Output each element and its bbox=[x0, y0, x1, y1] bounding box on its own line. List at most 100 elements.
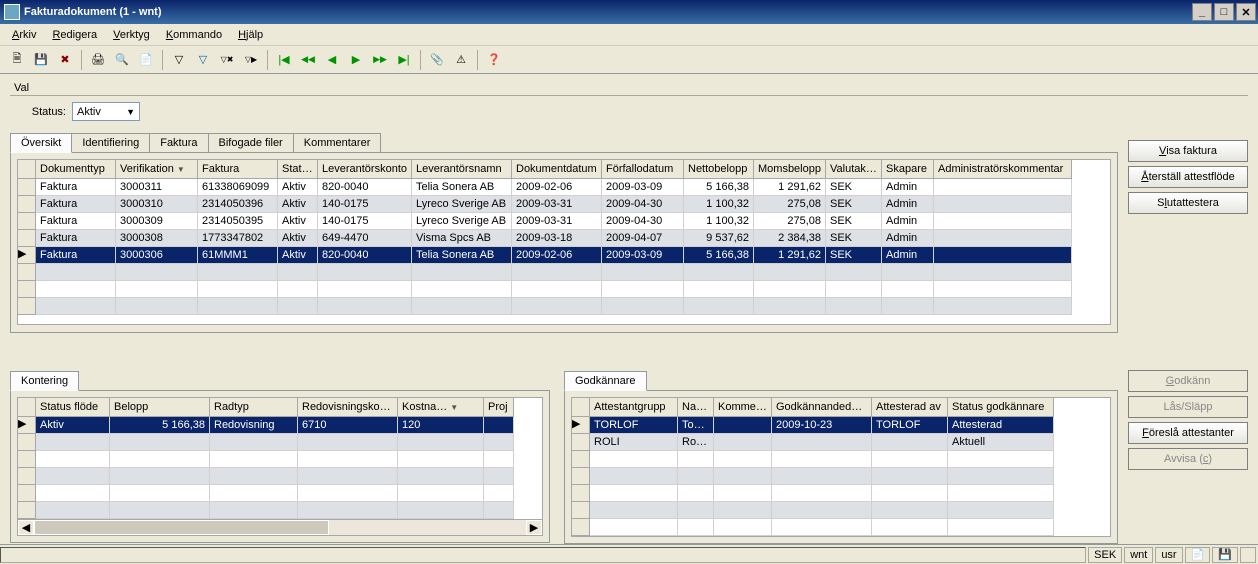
preview-icon[interactable] bbox=[111, 49, 133, 71]
godkann-button[interactable]: Godkänn bbox=[1128, 370, 1248, 392]
menu-kommando[interactable]: Kommando bbox=[158, 27, 230, 43]
aterstall-button[interactable]: Återställ attestflöde bbox=[1128, 166, 1248, 188]
scroll-right-icon[interactable]: ▶ bbox=[526, 520, 542, 535]
table-row[interactable]: ▶Aktiv5 166,38Redovisning6710120 bbox=[18, 417, 542, 434]
table-row[interactable]: Faktura30003102314050396Aktiv140-0175Lyr… bbox=[18, 196, 1110, 213]
toolbar bbox=[0, 46, 1258, 74]
attach-icon[interactable] bbox=[426, 49, 448, 71]
col-header[interactable]: Administratörskommentar bbox=[934, 160, 1072, 179]
col-header[interactable]: Belopp bbox=[110, 398, 210, 417]
nav-first-icon[interactable] bbox=[273, 49, 295, 71]
title-bar: Fakturadokument (1 - wnt) _ □ ✕ bbox=[0, 0, 1258, 24]
nav-last-icon[interactable] bbox=[393, 49, 415, 71]
col-header[interactable]: Nettobelopp bbox=[684, 160, 754, 179]
nav-next-group-icon[interactable] bbox=[369, 49, 391, 71]
las-slapp-button[interactable]: Lås/Släpp bbox=[1128, 396, 1248, 418]
menu-verktyg[interactable]: Verktyg bbox=[105, 27, 158, 43]
tab-bifogade[interactable]: Bifogade filer bbox=[208, 133, 294, 152]
help-icon[interactable] bbox=[483, 49, 505, 71]
col-header[interactable]: Förfallodatum bbox=[602, 160, 684, 179]
status-user: usr bbox=[1155, 547, 1182, 563]
status-icon-2: 💾 bbox=[1212, 547, 1238, 563]
status-icon-1: 📄 bbox=[1185, 547, 1211, 563]
alert-icon[interactable] bbox=[450, 49, 472, 71]
tab-kontering[interactable]: Kontering bbox=[10, 371, 79, 391]
window-title: Fakturadokument (1 - wnt) bbox=[24, 6, 162, 18]
col-header[interactable]: Leverantörsnamn bbox=[412, 160, 512, 179]
col-header[interactable]: Kommentar bbox=[714, 398, 772, 417]
scrollbar-h[interactable]: ◀ ▶ bbox=[17, 520, 543, 536]
avvisa-button[interactable]: Avvisa (c) bbox=[1128, 448, 1248, 470]
table-row[interactable]: Faktura300031161338069099Aktiv820-0040Te… bbox=[18, 179, 1110, 196]
col-header[interactable]: Attesterad av bbox=[872, 398, 948, 417]
foresla-button[interactable]: Föreslå attestanter bbox=[1128, 422, 1248, 444]
print-icon[interactable] bbox=[87, 49, 109, 71]
minimize-button[interactable]: _ bbox=[1192, 3, 1212, 21]
paste-icon[interactable] bbox=[135, 49, 157, 71]
table-row[interactable]: ROLIRo…Aktuell bbox=[572, 434, 1110, 451]
new-icon[interactable] bbox=[6, 49, 28, 71]
col-header[interactable]: Attestantgrupp bbox=[590, 398, 678, 417]
col-header[interactable]: Skapare bbox=[882, 160, 934, 179]
tabs-main: Översikt Identifiering Faktura Bifogade … bbox=[10, 132, 1118, 153]
status-currency: SEK bbox=[1088, 547, 1122, 563]
col-header[interactable]: Dokumenttyp bbox=[36, 160, 116, 179]
col-header[interactable]: Status flöde bbox=[36, 398, 110, 417]
col-header[interactable]: Kostna… bbox=[398, 398, 484, 417]
slutattestera-button[interactable]: Slutattestera bbox=[1128, 192, 1248, 214]
col-header[interactable]: Status godkännare bbox=[948, 398, 1054, 417]
separator bbox=[81, 50, 82, 70]
app-icon bbox=[4, 4, 20, 20]
col-header[interactable]: Radtyp bbox=[210, 398, 298, 417]
col-header[interactable]: Godkännandedatum bbox=[772, 398, 872, 417]
delete-icon[interactable] bbox=[54, 49, 76, 71]
separator bbox=[267, 50, 268, 70]
kontering-grid[interactable]: Status flödeBeloppRadtypRedovisningskont… bbox=[17, 397, 543, 520]
col-header[interactable]: Faktura bbox=[198, 160, 278, 179]
nav-next-icon[interactable] bbox=[345, 49, 367, 71]
tab-identifiering[interactable]: Identifiering bbox=[71, 133, 150, 152]
menu-redigera[interactable]: Redigera bbox=[44, 27, 105, 43]
tab-godkannare[interactable]: Godkännare bbox=[564, 371, 647, 391]
col-header[interactable]: Valutakod bbox=[826, 160, 882, 179]
maximize-button[interactable]: □ bbox=[1214, 3, 1234, 21]
table-row[interactable]: ▶Faktura300030661MMM1Aktiv820-0040Telia … bbox=[18, 247, 1110, 264]
scroll-left-icon[interactable]: ◀ bbox=[18, 520, 34, 535]
status-bar: SEK wnt usr 📄 💾 bbox=[0, 544, 1258, 564]
col-header[interactable]: Dokumentdatum bbox=[512, 160, 602, 179]
table-row[interactable]: Faktura30003081773347802Aktiv649-4470Vis… bbox=[18, 230, 1110, 247]
chevron-down-icon: ▼ bbox=[126, 107, 135, 117]
filter-add-icon[interactable] bbox=[192, 49, 214, 71]
col-header[interactable]: Proj bbox=[484, 398, 514, 417]
table-row[interactable]: Faktura30003092314050395Aktiv140-0175Lyr… bbox=[18, 213, 1110, 230]
col-header[interactable]: Verifikation bbox=[116, 160, 198, 179]
separator bbox=[162, 50, 163, 70]
godkannare-grid[interactable]: AttestantgruppNamnKommentarGodkännandeda… bbox=[571, 397, 1111, 537]
filter-run-icon[interactable] bbox=[240, 49, 262, 71]
table-row[interactable]: ▶TORLOFTo…2009-10-23TORLOFAttesterad bbox=[572, 417, 1110, 434]
nav-prev-icon[interactable] bbox=[321, 49, 343, 71]
status-env: wnt bbox=[1124, 547, 1153, 563]
separator bbox=[420, 50, 421, 70]
nav-prev-group-icon[interactable] bbox=[297, 49, 319, 71]
col-header[interactable]: Namn bbox=[678, 398, 714, 417]
status-value: Aktiv bbox=[77, 106, 101, 118]
close-button[interactable]: ✕ bbox=[1236, 3, 1256, 21]
col-header[interactable]: Momsbelopp bbox=[754, 160, 826, 179]
filter-icon[interactable] bbox=[168, 49, 190, 71]
col-header[interactable]: Leverantörskonto bbox=[318, 160, 412, 179]
tab-oversikt[interactable]: Översikt bbox=[10, 133, 72, 153]
tab-faktura[interactable]: Faktura bbox=[149, 133, 208, 152]
col-header[interactable]: Status bbox=[278, 160, 318, 179]
menu-arkiv[interactable]: Arkiv bbox=[4, 27, 44, 43]
menu-hjalp[interactable]: Hjälp bbox=[230, 27, 271, 43]
status-dropdown[interactable]: Aktiv ▼ bbox=[72, 102, 140, 121]
separator bbox=[477, 50, 478, 70]
invoice-grid[interactable]: DokumenttypVerifikationFakturaStatusLeve… bbox=[17, 159, 1111, 325]
tab-kommentarer[interactable]: Kommentarer bbox=[293, 133, 382, 152]
save-icon[interactable] bbox=[30, 49, 52, 71]
status-grip bbox=[1240, 547, 1256, 563]
visa-faktura-button[interactable]: Visa faktura bbox=[1128, 140, 1248, 162]
col-header[interactable]: Redovisningskonto bbox=[298, 398, 398, 417]
filter-clear-icon[interactable] bbox=[216, 49, 238, 71]
